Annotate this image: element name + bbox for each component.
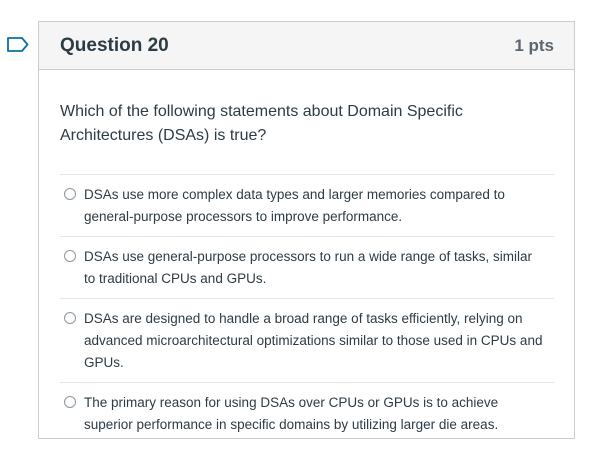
answer-text: DSAs are designed to handle a broad rang… <box>84 311 543 370</box>
flag-question-icon[interactable] <box>7 37 29 52</box>
question-header: Question 20 1 pts <box>39 22 574 70</box>
radio-button[interactable] <box>64 250 76 262</box>
question-text: Which of the following statements about … <box>60 103 463 144</box>
answer-option-3[interactable]: DSAs are designed to handle a broad rang… <box>60 299 554 383</box>
radio-button[interactable] <box>64 396 76 408</box>
answer-option-4[interactable]: The primary reason for using DSAs over C… <box>60 383 554 444</box>
answer-text: DSAs use more complex data types and lar… <box>84 187 505 224</box>
answer-list: DSAs use more complex data types and lar… <box>60 174 554 444</box>
answer-option-1[interactable]: DSAs use more complex data types and lar… <box>60 175 554 237</box>
answer-text: The primary reason for using DSAs over C… <box>84 395 499 432</box>
radio-button[interactable] <box>64 188 76 200</box>
question-body: Which of the following statements about … <box>39 70 574 444</box>
radio-button[interactable] <box>64 312 76 324</box>
answer-option-2[interactable]: DSAs use general-purpose processors to r… <box>60 237 554 299</box>
answer-text: DSAs use general-purpose processors to r… <box>84 249 532 286</box>
question-points: 1 pts <box>514 35 554 55</box>
question-title: Question 20 <box>60 34 169 56</box>
question-card: Question 20 1 pts Which of the following… <box>38 21 575 439</box>
